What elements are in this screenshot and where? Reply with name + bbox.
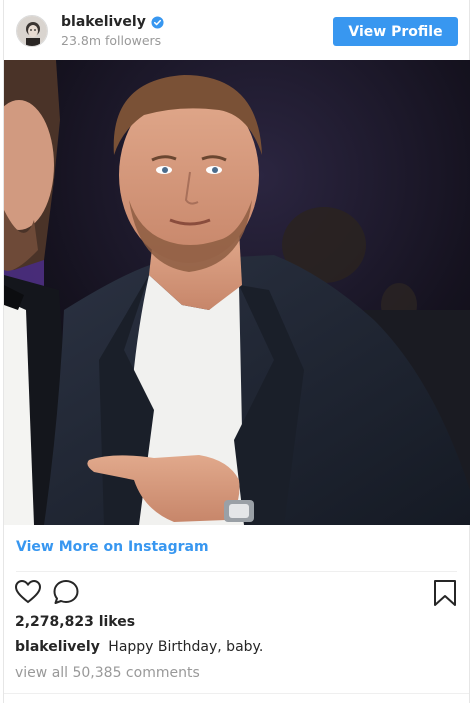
verified-badge-icon: [151, 15, 164, 29]
view-more-link[interactable]: View More on Instagram: [16, 539, 209, 555]
comment-icon[interactable]: [52, 578, 80, 606]
heart-icon[interactable]: [14, 578, 42, 606]
avatar[interactable]: [16, 15, 48, 47]
post-photo[interactable]: [4, 60, 470, 525]
instagram-embed-card: blakelively 23.8m followers View Profile: [3, 0, 470, 703]
caption: blakelively Happy Birthday, baby.: [15, 639, 263, 655]
like-count[interactable]: 2,278,823 likes: [15, 614, 135, 630]
bookmark-icon[interactable]: [433, 579, 457, 607]
action-bar: [14, 578, 80, 606]
follower-count: 23.8m followers: [61, 33, 162, 48]
username[interactable]: blakelively: [61, 14, 146, 30]
bottom-divider: [4, 693, 469, 694]
caption-text: Happy Birthday, baby.: [108, 639, 264, 655]
view-profile-button[interactable]: View Profile: [333, 17, 458, 46]
post-header: blakelively 23.8m followers View Profile: [4, 0, 469, 60]
divider: [16, 571, 457, 572]
username-row: blakelively: [61, 14, 164, 30]
caption-username[interactable]: blakelively: [15, 639, 100, 655]
post-image: [4, 60, 470, 525]
avatar-image: [17, 16, 47, 46]
view-all-comments-link[interactable]: view all 50,385 comments: [15, 665, 200, 681]
